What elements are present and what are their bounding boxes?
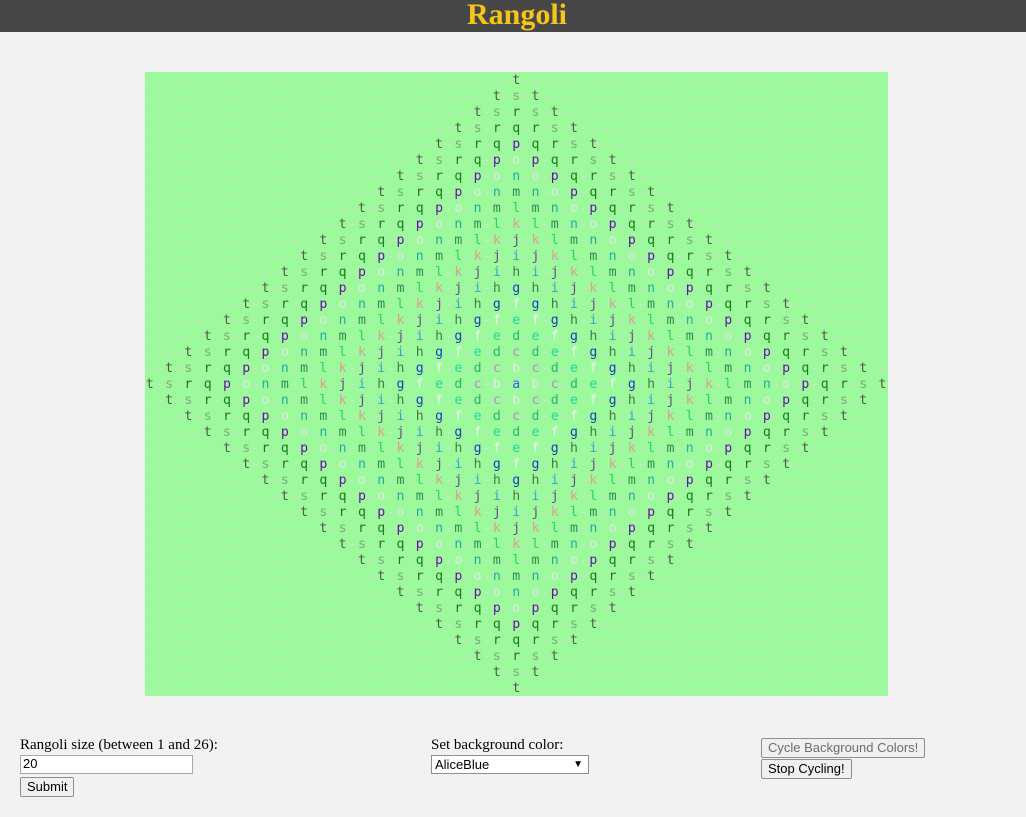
rangoli-row: ----------------t-s-r-q-p-o-n-m-l-k-j-i-… — [145, 249, 887, 264]
background-color-selected: AliceBlue — [435, 757, 490, 772]
dropdown-caret-icon: ▼ — [573, 759, 583, 770]
rangoli-row: --------t-s-r-q-p-o-n-m-l-k-j-i-h-g-f-e-… — [145, 441, 887, 456]
submit-button[interactable]: Submit — [20, 777, 75, 797]
rangoli-row: --------------------------------------t-… — [145, 73, 887, 88]
rangoli-row: ----------t-s-r-q-p-o-n-m-l-k-j-i-h-g-f-… — [145, 297, 887, 312]
rangoli-row: --------------------t-s-r-q-p-o-n-m-l-k-… — [145, 537, 887, 552]
rangoli-row: ------------------------t-s-r-q-p-o-n-m-… — [145, 185, 887, 200]
rangoli-row: ----------------------------------t-s-r-… — [145, 105, 887, 120]
rangoli-row: --------------t-s-r-q-p-o-n-m-l-k-j-i-h-… — [145, 489, 887, 504]
rangoli-row: ------------t-s-r-q-p-o-n-m-l-k-j-i-h-g-… — [145, 473, 887, 488]
rangoli-row: ----------------------t-s-r-q-p-o-n-m-l-… — [145, 201, 887, 216]
rangoli-row: --------------------------------------t-… — [145, 681, 887, 696]
size-input[interactable]: 20 — [20, 755, 193, 774]
page-title: Rangoli — [466, 0, 568, 31]
rangoli-row: ------t-s-r-q-p-o-n-m-l-k-j-i-h-g-f-e-d-… — [145, 425, 887, 440]
rangoli-row: t-s-r-q-p-o-n-m-l-k-j-i-h-g-f-e-d-c-b-a-… — [145, 377, 887, 392]
rangoli-row: ----t-s-r-q-p-o-n-m-l-k-j-i-h-g-f-e-d-c-… — [145, 409, 887, 424]
rangoli-row: --------t-s-r-q-p-o-n-m-l-k-j-i-h-g-f-e-… — [145, 313, 887, 328]
rangoli-row: ----------------------------------t-s-r-… — [145, 649, 887, 664]
rangoli-row: ----------------t-s-r-q-p-o-n-m-l-k-j-i-… — [145, 505, 887, 520]
rangoli-row: ----t-s-r-q-p-o-n-m-l-k-j-i-h-g-f-e-d-c-… — [145, 345, 887, 360]
rangoli-row: --------------------------t-s-r-q-p-o-n-… — [145, 585, 887, 600]
rangoli-row: ----------------------t-s-r-q-p-o-n-m-l-… — [145, 553, 887, 568]
rangoli-row: --------------t-s-r-q-p-o-n-m-l-k-j-i-h-… — [145, 265, 887, 280]
rangoli-row: ----------------------------t-s-r-q-p-o-… — [145, 601, 887, 616]
rangoli-row: ------t-s-r-q-p-o-n-m-l-k-j-i-h-g-f-e-d-… — [145, 329, 887, 344]
background-color-select[interactable]: AliceBlue ▼ — [431, 755, 589, 774]
background-color-label: Set background color: — [431, 737, 564, 753]
rangoli-row: ------------t-s-r-q-p-o-n-m-l-k-j-i-h-g-… — [145, 281, 887, 296]
rangoli-row: ------------------t-s-r-q-p-o-n-m-l-k-j-… — [145, 521, 887, 536]
rangoli-row: ------------------------t-s-r-q-p-o-n-m-… — [145, 569, 887, 584]
rangoli-row: ------------------------------------t-s-… — [145, 89, 887, 104]
size-label: Rangoli size (between 1 and 26): — [20, 737, 218, 753]
rangoli-row: --------------------------------t-s-r-q-… — [145, 633, 887, 648]
rangoli-row: ------------------t-s-r-q-p-o-n-m-l-k-j-… — [145, 233, 887, 248]
rangoli-row: ------------------------------------t-s-… — [145, 665, 887, 680]
rangoli-row: --t-s-r-q-p-o-n-m-l-k-j-i-h-g-f-e-d-c-b-… — [145, 361, 887, 376]
cycle-background-button[interactable]: Cycle Background Colors! — [761, 738, 926, 758]
rangoli-row: --------------------------t-s-r-q-p-o-n-… — [145, 169, 887, 184]
rangoli-row: ----------t-s-r-q-p-o-n-m-l-k-j-i-h-g-f-… — [145, 457, 887, 472]
rangoli-row: ------------------------------t-s-r-q-p-… — [145, 617, 887, 632]
rangoli-row: --------------------------------t-s-r-q-… — [145, 121, 887, 136]
rangoli-canvas: --------------------------------------t-… — [145, 72, 888, 696]
rangoli-row: ----------------------------t-s-r-q-p-o-… — [145, 153, 887, 168]
rangoli-row: ------------------------------t-s-r-q-p-… — [145, 137, 887, 152]
rangoli-row: --t-s-r-q-p-o-n-m-l-k-j-i-h-g-f-e-d-c-b-… — [145, 393, 887, 408]
stop-cycling-button[interactable]: Stop Cycling! — [761, 759, 852, 779]
rangoli-row: --------------------t-s-r-q-p-o-n-m-l-k-… — [145, 217, 887, 232]
